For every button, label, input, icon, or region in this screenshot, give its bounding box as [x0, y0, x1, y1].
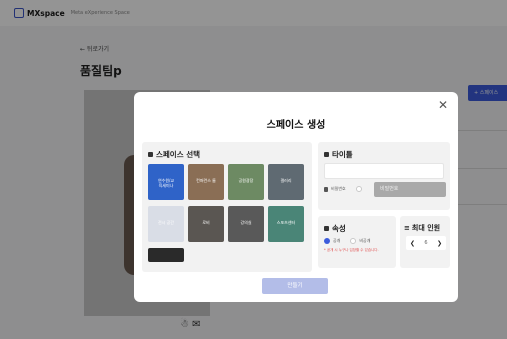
attribute-heading: 속성 [324, 223, 346, 234]
space-thumbnail-label: 강의실 [240, 220, 252, 225]
attribute-panel: 속성 공개 비공개 * 공개 시 누구나 입장할 수 있습니다. [318, 216, 396, 268]
space-thumbnail-label: 컨퍼런스 룸 [196, 178, 216, 183]
attribute-options: 공개 비공개 [324, 238, 370, 244]
space-thumbnail[interactable]: 스포츠센터 [268, 206, 304, 242]
users-icon: ≡ [404, 224, 410, 232]
space-thumbnail[interactable]: 전시 공간 [148, 206, 184, 242]
grid-icon [148, 152, 153, 157]
title-icon [324, 152, 329, 157]
public-label: 공개 [333, 238, 341, 243]
space-thumbnail-label: 연수원/교 육세미나 [157, 178, 175, 188]
max-members-panel: ≡ 최대 인원 ❮ 6 ❯ [400, 216, 450, 268]
space-thumbnail[interactable]: 강의실 [228, 206, 264, 242]
private-radio[interactable] [350, 238, 357, 244]
lock-icon [324, 186, 328, 192]
password-toggle-row: 비밀번호 [324, 186, 367, 192]
max-members-stepper: ❮ 6 ❯ [406, 236, 446, 250]
space-thumbnail[interactable]: 컨퍼런스 룸 [188, 164, 224, 200]
title-input[interactable] [324, 163, 444, 179]
public-radio[interactable] [324, 238, 330, 244]
space-thumbnail[interactable] [148, 248, 184, 262]
create-button[interactable]: 만들기 [262, 278, 328, 294]
space-select-heading: 스페이스 선택 [148, 149, 200, 160]
space-thumbnail[interactable]: 공원광장 [228, 164, 264, 200]
max-members-heading: ≡ 최대 인원 [404, 224, 441, 232]
space-select-panel: 스페이스 선택 연수원/교 육세미나 컨퍼런스 룸 공원광장 갤러리전시 공간 로비 강의… [142, 142, 312, 272]
password-toggle[interactable] [355, 186, 362, 192]
close-icon[interactable]: ✕ [438, 98, 448, 112]
space-thumbnail[interactable]: 로비 [188, 206, 224, 242]
chart-icon [324, 226, 329, 231]
space-thumbnail-label: 갤러리 [280, 178, 292, 183]
max-members-value: 6 [424, 240, 428, 246]
title-heading: 타이틀 [324, 149, 353, 160]
private-label: 비공개 [359, 238, 371, 243]
attribute-note: * 공개 시 누구나 입장할 수 있습니다. [324, 248, 379, 252]
decrease-icon[interactable]: ❮ [410, 240, 415, 247]
space-thumbnail[interactable]: 연수원/교 육세미나 [148, 164, 184, 200]
space-thumbnail-label: 전시 공간 [158, 220, 174, 225]
increase-icon[interactable]: ❯ [437, 240, 442, 247]
create-space-modal: ✕ 스페이스 생성 스페이스 선택 연수원/교 육세미나 컨퍼런스 룸 공원광장 갤러… [134, 92, 458, 302]
password-input[interactable]: 비밀번호 [374, 182, 446, 197]
password-label: 비밀번호 [331, 186, 346, 191]
space-thumbnail-label: 스포츠센터 [276, 220, 296, 225]
title-panel: 타이틀 비밀번호 비밀번호 [318, 142, 450, 210]
space-thumbnail-label: 공원광장 [238, 178, 254, 183]
modal-title: 스페이스 생성 [266, 120, 326, 131]
space-thumbnail[interactable]: 갤러리 [268, 164, 304, 200]
space-thumbnail-label: 로비 [202, 220, 210, 225]
